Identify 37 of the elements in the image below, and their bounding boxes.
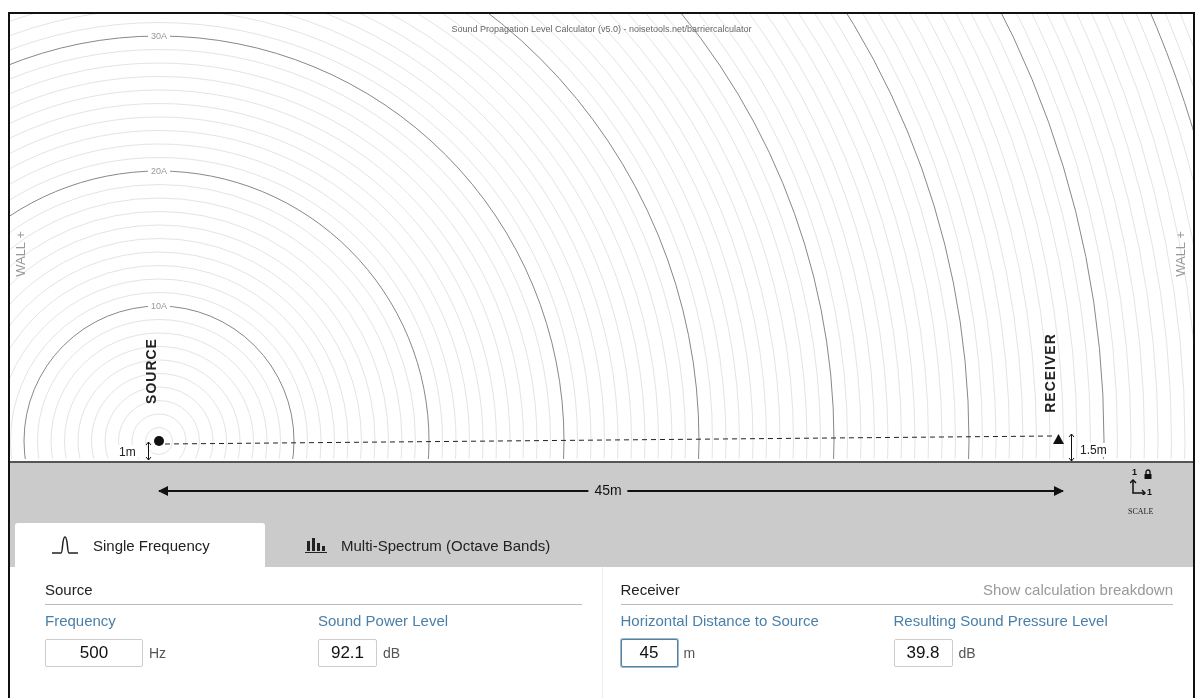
height-arrow [145, 441, 152, 461]
tab[interactable]: Single Frequency [15, 523, 265, 567]
height-arrow [1068, 433, 1075, 461]
scale-axes-icon [1130, 479, 1146, 495]
ring-label: 20A [148, 166, 170, 176]
tab[interactable]: Multi-Spectrum (Octave Bands) [265, 523, 551, 567]
field-label: Sound Power Level [318, 612, 450, 629]
input-field[interactable]: 39.8 [893, 639, 953, 667]
section-title: Source [45, 581, 93, 598]
section-title: Receiver [620, 581, 680, 598]
distance-label: 45m [588, 482, 628, 498]
unit-label: dB [958, 645, 976, 661]
scale-label: SCALE [1128, 507, 1154, 516]
ring-label: 10A [148, 301, 170, 311]
unit-label: dB [383, 645, 401, 661]
receiver-height: 1.5m [1078, 443, 1109, 457]
app-title: Sound Propagation Level Calculator (v5.0) - noisetools.net/barriercalculator [451, 24, 752, 34]
input-field[interactable]: 500 [45, 639, 143, 667]
field-label: Frequency [45, 612, 117, 629]
receiver-label: RECEIVER [1042, 333, 1058, 413]
unit-label: Hz [149, 645, 167, 661]
ring-label: 30A [148, 31, 170, 41]
source-dot [154, 436, 164, 446]
scale-y-value: 1 [1132, 467, 1137, 477]
source-height: 1m [117, 445, 138, 459]
source-label: SOURCE [143, 338, 159, 404]
pulse-icon [51, 536, 79, 554]
wall-label: WALL + [12, 231, 28, 277]
scale-x-value: 1 [1147, 487, 1152, 497]
input-field[interactable]: 92.1 [318, 639, 377, 667]
wall-label: WALL + [1172, 231, 1188, 277]
unit-label: m [683, 645, 696, 661]
bar-chart-icon [305, 537, 327, 553]
field-label: Horizontal Distance to Source [620, 612, 820, 629]
input-field[interactable]: 45 [620, 639, 678, 667]
field-label: Resulting Sound Pressure Level [893, 612, 1109, 629]
receiver-triangle [1053, 434, 1064, 444]
